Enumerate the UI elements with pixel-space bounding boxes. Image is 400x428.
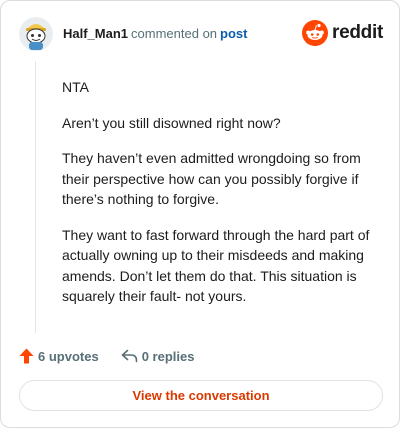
reddit-wordmark: reddit	[332, 22, 383, 43]
reddit-snoo-icon	[302, 20, 329, 46]
embedded-comment-card: Half_Man1 commented on post reddit NTA Are…	[0, 0, 400, 428]
user-avatar[interactable]	[19, 17, 53, 51]
reply-button[interactable]: 0 replies	[121, 348, 195, 364]
post-link[interactable]: post	[220, 26, 247, 41]
reply-arrow-icon	[121, 349, 137, 363]
commented-on-text: commented on	[131, 26, 218, 41]
upvote-button[interactable]: 6 upvotes	[19, 348, 99, 364]
comment-meta: Half_Man1 commented on post	[63, 26, 247, 42]
reply-count: 0 replies	[141, 348, 195, 364]
upvote-arrow-icon	[19, 348, 34, 364]
thread-line	[35, 61, 36, 333]
comment-paragraph: They haven’t even admitted wrongdoing so…	[62, 150, 361, 207]
comment-paragraph: NTA	[62, 79, 89, 95]
reddit-logo[interactable]: reddit	[302, 20, 383, 46]
comment-actions: 6 upvotes 0 replies	[19, 345, 194, 367]
snoo-avatar-icon	[19, 17, 53, 51]
comment-body: NTA Aren’t you still disowned right now?…	[62, 77, 374, 322]
username[interactable]: Half_Man1	[63, 26, 128, 41]
upvote-count: 6 upvotes	[38, 348, 99, 364]
comment-paragraph: Aren’t you still disowned right now?	[62, 114, 281, 131]
comment-paragraph: They want to fast forward through the ha…	[62, 226, 370, 305]
comment-header: Half_Man1 commented on post	[19, 15, 247, 53]
view-conversation-button[interactable]: View the conversation	[19, 380, 383, 411]
